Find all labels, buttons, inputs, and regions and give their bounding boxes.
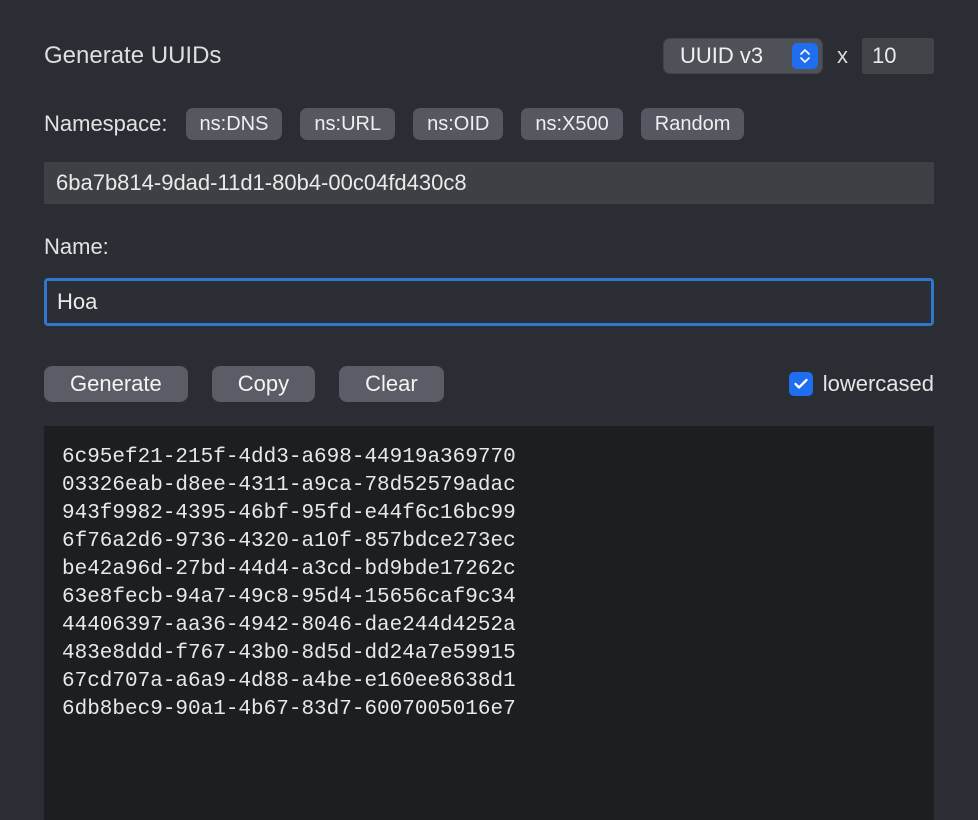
ns-preset-dns[interactable]: ns:DNS [186,108,283,140]
ns-preset-url[interactable]: ns:URL [300,108,395,140]
output-textarea[interactable]: 6c95ef21-215f-4dd3-a698-44919a369770 033… [44,426,934,820]
namespace-label: Namespace: [44,111,168,137]
uuid-version-select[interactable]: UUID v3 [663,38,823,74]
name-input[interactable] [47,281,931,323]
uuid-version-selected: UUID v3 [680,43,763,69]
ns-preset-x500[interactable]: ns:X500 [521,108,622,140]
name-label: Name: [44,234,109,260]
clear-button[interactable]: Clear [339,366,444,402]
count-x-label: x [837,43,848,69]
ns-preset-random[interactable]: Random [641,108,745,140]
lowercased-checkbox[interactable] [789,372,813,396]
namespace-input[interactable] [44,162,934,204]
page-title: Generate UUIDs [44,42,221,70]
check-icon [794,378,808,390]
count-input[interactable] [862,38,934,74]
generate-button[interactable]: Generate [44,366,188,402]
ns-preset-oid[interactable]: ns:OID [413,108,503,140]
lowercased-label: lowercased [823,371,934,397]
select-stepper-icon [792,43,818,69]
copy-button[interactable]: Copy [212,366,315,402]
